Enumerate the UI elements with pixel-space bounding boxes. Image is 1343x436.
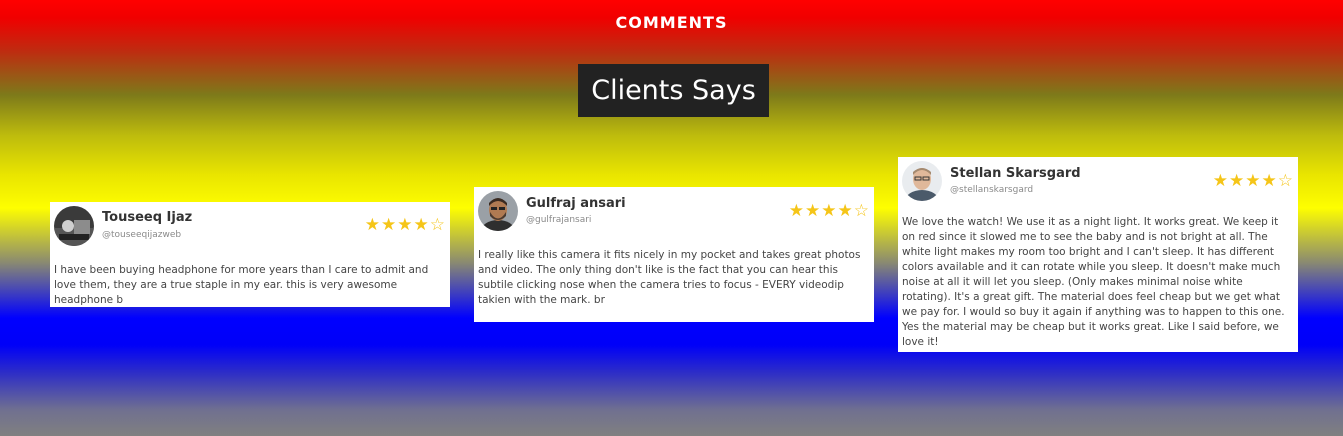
review-header: Stellan Skarsgard @stellanskarsgard ★★★★… [898, 157, 1298, 207]
star-filled-icon: ★ [837, 201, 854, 221]
star-filled-icon: ★ [1245, 171, 1262, 191]
reviewer-name: Stellan Skarsgard [950, 166, 1081, 181]
star-filled-icon: ★ [821, 201, 838, 221]
review-text: I have been buying headphone for more ye… [54, 264, 429, 306]
reviewer-name: Touseeq Ijaz [102, 210, 193, 225]
star-rating: ★★★★☆ [1213, 171, 1294, 191]
review-header: Gulfraj ansari @gulfrajansari ★★★★☆ [474, 187, 874, 237]
star-filled-icon: ★ [413, 215, 430, 235]
avatar [54, 206, 94, 246]
review-header: Touseeq Ijaz @touseeqijazweb ★★★★☆ [50, 202, 450, 252]
section-eyebrow: COMMENTS [615, 13, 728, 32]
review-card: Gulfraj ansari @gulfrajansari ★★★★☆ I re… [474, 187, 874, 322]
star-filled-icon: ★ [397, 215, 414, 235]
reviewer-handle: @stellanskarsgard [950, 185, 1034, 195]
review-text: I really like this camera it fits nicely… [478, 249, 861, 306]
star-filled-icon: ★ [1261, 171, 1278, 191]
star-filled-icon: ★ [1212, 171, 1229, 191]
star-rating: ★★★★☆ [365, 215, 446, 235]
review-text: We love the watch! We use it as a night … [902, 216, 1285, 348]
star-empty-icon: ☆ [853, 201, 870, 221]
review-card: Stellan Skarsgard @stellanskarsgard ★★★★… [898, 157, 1298, 352]
star-filled-icon: ★ [364, 215, 381, 235]
reviewer-handle: @gulfrajansari [526, 215, 592, 225]
star-rating: ★★★★☆ [789, 201, 870, 221]
avatar [902, 161, 942, 201]
review-card: Touseeq Ijaz @touseeqijazweb ★★★★☆ I hav… [50, 202, 450, 307]
avatar [478, 191, 518, 231]
star-filled-icon: ★ [381, 215, 398, 235]
star-empty-icon: ☆ [429, 215, 446, 235]
section-title: Clients Says [578, 64, 769, 117]
star-filled-icon: ★ [1229, 171, 1246, 191]
star-filled-icon: ★ [805, 201, 822, 221]
star-filled-icon: ★ [788, 201, 805, 221]
star-empty-icon: ☆ [1277, 171, 1294, 191]
reviewer-name: Gulfraj ansari [526, 196, 626, 211]
reviewer-handle: @touseeqijazweb [102, 230, 182, 240]
